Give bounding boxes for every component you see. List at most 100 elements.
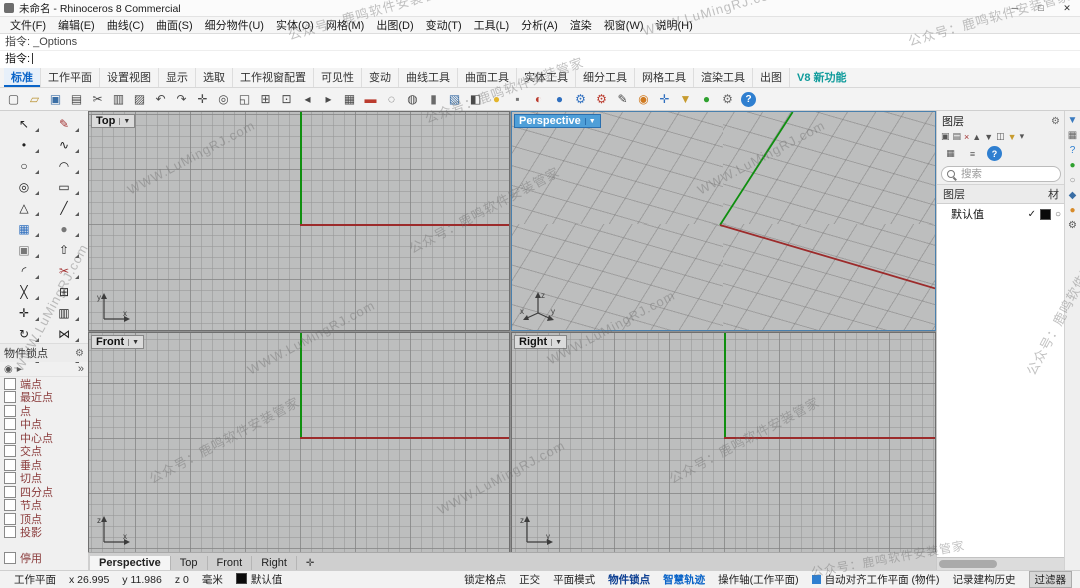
scrollbar-thumb[interactable]: [939, 560, 997, 568]
extrude-icon[interactable]: ⇧: [47, 240, 81, 260]
move-icon[interactable]: ✛: [7, 303, 41, 323]
osnap-checkbox[interactable]: [4, 499, 16, 512]
new-sublayer-icon[interactable]: ▤: [953, 131, 962, 142]
gear-blue-icon[interactable]: ⚙: [571, 90, 590, 109]
osnap-checkbox[interactable]: [4, 391, 16, 404]
pencil-icon[interactable]: ✎: [613, 90, 632, 109]
fillet-icon[interactable]: ◜: [7, 261, 41, 281]
snap-icon[interactable]: ✛: [655, 90, 674, 109]
gear-red-icon[interactable]: ⚙: [592, 90, 611, 109]
osnap-checkbox[interactable]: [4, 418, 16, 431]
columns-icon[interactable]: ▦: [941, 144, 960, 163]
statusbar-gumball[interactable]: 操作轴(工作平面): [718, 572, 799, 587]
layer-row[interactable]: 默认值 ✓ ○: [937, 204, 1065, 224]
ribbon-tab[interactable]: 细分工具: [575, 68, 634, 87]
menu-item[interactable]: 变动(T): [420, 17, 468, 33]
osnap-checkbox[interactable]: [4, 458, 16, 471]
osnap-row[interactable]: 投影: [0, 526, 88, 539]
expand-layers-icon[interactable]: ◫: [996, 131, 1005, 142]
polyline-icon[interactable]: ╱: [47, 198, 81, 218]
osnap-row[interactable]: 中心点: [0, 431, 88, 445]
object-properties-icon[interactable]: ◧: [466, 90, 485, 109]
ribbon-tab[interactable]: 出图: [752, 68, 789, 87]
minimize-button[interactable]: ─: [1002, 0, 1028, 16]
ribbon-tab[interactable]: 实体工具: [516, 68, 575, 87]
sphere-icon[interactable]: ●: [47, 219, 81, 239]
ribbon-tab[interactable]: V8 新功能: [789, 68, 854, 87]
statusbar-osnap[interactable]: 物件锁点: [608, 572, 650, 587]
trim-icon[interactable]: ✂: [47, 261, 81, 281]
layer-search[interactable]: [941, 166, 1061, 182]
osnap-run-icon[interactable]: ▸: [17, 364, 22, 375]
osnap-checkbox[interactable]: [4, 431, 16, 444]
menu-item[interactable]: 视窗(W): [598, 17, 650, 33]
layer-dialog-icon[interactable]: ▧: [445, 90, 464, 109]
osnap-row[interactable]: 四分点: [0, 485, 88, 499]
statusbar-units[interactable]: 毫米: [202, 572, 223, 587]
print-icon[interactable]: ▤: [67, 90, 86, 109]
panel-tab-circle-icon[interactable]: ○: [1069, 176, 1075, 186]
maximize-button[interactable]: □: [1028, 0, 1054, 16]
stoplight-icon[interactable]: ◐: [529, 90, 548, 109]
statusbar-ortho[interactable]: 正交: [519, 572, 540, 587]
layers-scrollbar[interactable]: [937, 557, 1065, 570]
ribbon-tab[interactable]: 可见性: [313, 68, 361, 87]
ribbon-tab[interactable]: 曲线工具: [398, 68, 457, 87]
statusbar-z[interactable]: z 0: [175, 574, 189, 586]
viewport-title-right[interactable]: Right ▼: [514, 335, 568, 349]
new-layer-icon[interactable]: ▣: [941, 131, 950, 142]
viewport-title-perspective[interactable]: Perspective ▼: [514, 114, 601, 128]
circle-icon[interactable]: ○: [7, 156, 41, 176]
filter-funnel-icon[interactable]: ▼: [1008, 132, 1017, 142]
menu-item[interactable]: 说明(H): [650, 17, 699, 33]
bulb-icon[interactable]: ●: [487, 90, 506, 109]
panel-tab-material-icon[interactable]: ◆: [1069, 191, 1077, 201]
osnap-row[interactable]: 节点: [0, 499, 88, 512]
curve-icon[interactable]: ∿: [47, 135, 81, 155]
close-button[interactable]: ✕: [1054, 0, 1080, 16]
filter-funnel-icon[interactable]: ▼: [676, 90, 695, 109]
sphere-blue-icon[interactable]: ●: [550, 90, 569, 109]
osnap-row[interactable]: 顶点: [0, 512, 88, 526]
viewport-tab-perspective[interactable]: Perspective: [90, 556, 171, 570]
viewport-top[interactable]: Top ▼ y x: [88, 111, 510, 331]
ribbon-tab[interactable]: 网格工具: [634, 68, 693, 87]
menu-item[interactable]: 文件(F): [4, 17, 52, 33]
ellipse-icon[interactable]: ◎: [7, 177, 41, 197]
car-icon[interactable]: ▬: [361, 90, 380, 109]
command-input-row[interactable]: 指令:: [0, 51, 1080, 68]
pan-icon[interactable]: ✛: [193, 90, 212, 109]
redo-icon[interactable]: ↷: [172, 90, 191, 109]
surface-icon[interactable]: ▦: [7, 219, 41, 239]
statusbar-autocplane[interactable]: 自动对齐工作平面 (物件): [812, 572, 940, 587]
osnap-checkbox[interactable]: [4, 445, 16, 458]
new-viewport-tab-icon[interactable]: ✛: [297, 557, 323, 570]
layer-search-input[interactable]: [959, 167, 1053, 181]
layer-name[interactable]: 默认值: [951, 206, 1024, 222]
named-view-icon[interactable]: ▦: [340, 90, 359, 109]
lasso-select-icon[interactable]: ✎: [47, 114, 81, 134]
padlock-icon[interactable]: ▪: [508, 90, 527, 109]
layer-color-swatch[interactable]: [1039, 208, 1051, 220]
ribbon-tab[interactable]: 工作平面: [40, 68, 99, 87]
menu-item[interactable]: 实体(O): [270, 17, 320, 33]
panel-tab-gear-icon[interactable]: ⚙: [1068, 221, 1077, 231]
menu-item[interactable]: 细分物件(U): [199, 17, 270, 33]
osnap-disable-checkbox[interactable]: [4, 551, 16, 564]
chevron-down-icon[interactable]: ▼: [119, 117, 130, 125]
osnap-row[interactable]: 最近点: [0, 391, 88, 404]
menu-item[interactable]: 曲线(C): [101, 17, 150, 33]
point-icon[interactable]: •: [7, 135, 41, 155]
view-back-icon[interactable]: ◂: [298, 90, 317, 109]
osnap-checkbox[interactable]: [4, 512, 16, 525]
osnap-row[interactable]: 点: [0, 404, 88, 418]
statusbar-smarttrack[interactable]: 智慧轨迹: [663, 572, 705, 587]
view-forward-icon[interactable]: ▸: [319, 90, 338, 109]
move-up-icon[interactable]: ▲: [972, 132, 981, 142]
viewport-tab-front[interactable]: Front: [208, 556, 253, 570]
menu-item[interactable]: 出图(D): [370, 17, 419, 33]
viewport-tab-top[interactable]: Top: [171, 556, 208, 570]
statusbar-x[interactable]: x 26.995: [69, 574, 109, 586]
osnap-checkbox[interactable]: [4, 377, 16, 390]
statusbar-y[interactable]: y 11.986: [122, 574, 162, 586]
